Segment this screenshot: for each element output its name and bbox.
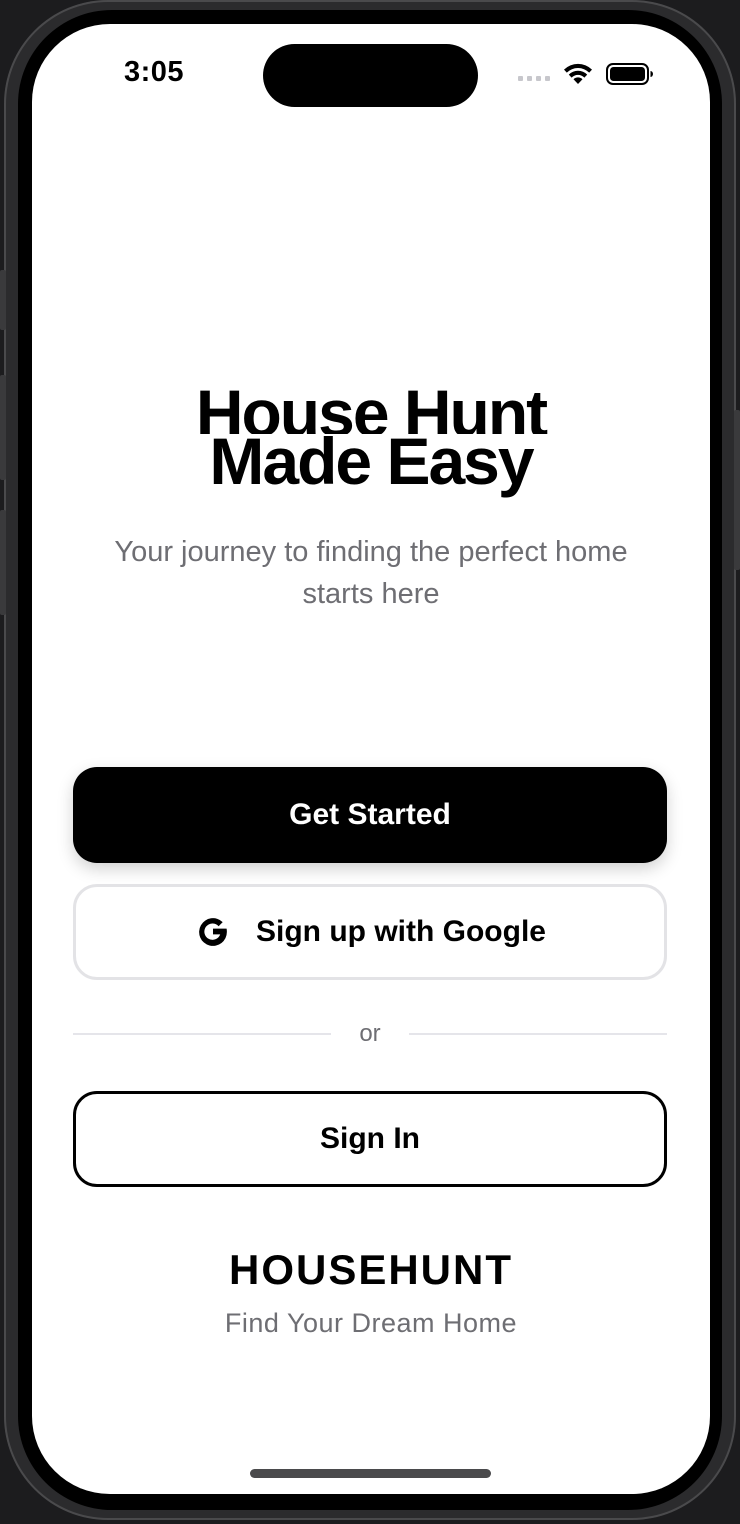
get-started-label: Get Started [289, 798, 451, 831]
home-indicator[interactable] [250, 1469, 491, 1478]
status-time: 3:05 [124, 56, 185, 88]
volume-down-button [0, 510, 6, 615]
get-started-button[interactable]: Get Started [73, 767, 667, 863]
hero-subtitle: Your journey to finding the perfect home… [114, 536, 628, 610]
divider-line-left [73, 1033, 331, 1035]
brand-logo: HOUSEHUNT [228, 1246, 513, 1293]
sign-up-with-google-label: Sign up with Google [256, 915, 546, 948]
status-icons [518, 62, 654, 86]
silent-switch [0, 270, 6, 330]
battery-icon [606, 63, 653, 85]
sign-up-with-google-button[interactable]: Sign up with Google [73, 884, 667, 980]
dynamic-island [263, 44, 478, 107]
app-screen: 3:05 House Hunt Made Easy Your journey t… [32, 24, 710, 1494]
cellular-signal-icon [518, 75, 550, 81]
power-button [734, 410, 740, 570]
sign-in-label: Sign In [320, 1122, 420, 1155]
status-bar: 3:05 [32, 24, 710, 124]
wifi-icon [564, 63, 592, 84]
brand-tagline: Find Your Dream Home [224, 1308, 518, 1338]
or-divider: or [73, 1019, 667, 1049]
divider-line-right [409, 1033, 667, 1035]
volume-up-button [0, 375, 6, 480]
hero-title-line-2: Made Easy [209, 424, 534, 498]
google-icon [199, 918, 227, 946]
sign-in-button[interactable]: Sign In [73, 1091, 667, 1187]
divider-text: or [359, 1020, 381, 1047]
